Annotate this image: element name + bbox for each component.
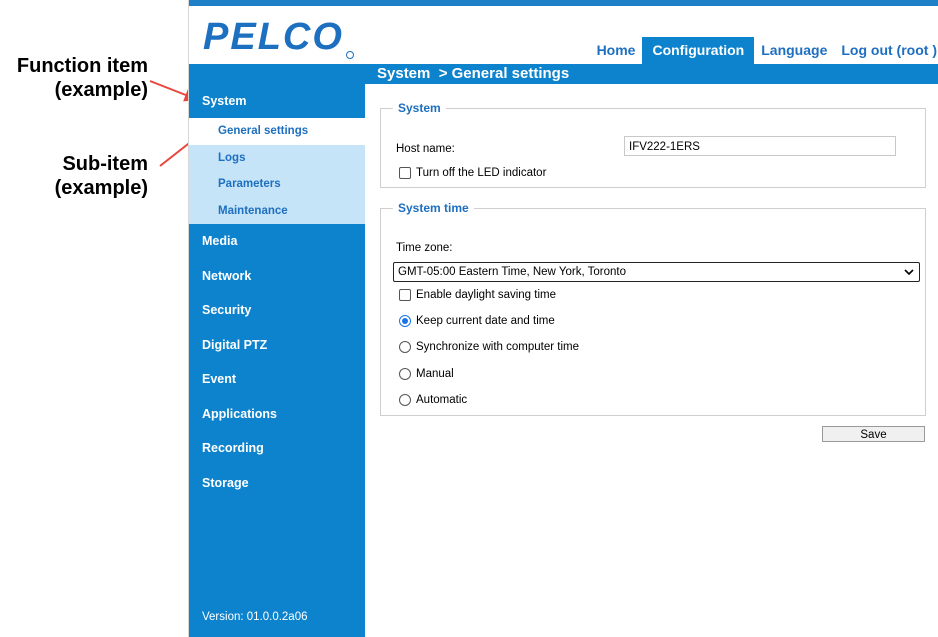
radio-manual-button[interactable] [399, 368, 411, 380]
radio-keep-current[interactable]: Keep current date and time [399, 315, 555, 327]
breadcrumb: System > General settings [377, 65, 570, 82]
nav-tab-home[interactable]: Home [590, 42, 643, 64]
dst-checkbox[interactable] [399, 289, 411, 301]
annotation-sub-item: Sub-item (example) [0, 152, 148, 200]
sidebar-item-security[interactable]: Security [189, 293, 365, 328]
sidebar-subitem-parameters[interactable]: Parameters [189, 171, 365, 198]
sidebar-subitem-general-settings[interactable]: General settings [189, 118, 365, 145]
system-group-legend: System [398, 101, 441, 115]
host-name-label: Host name: [396, 143, 455, 155]
radio-automatic-button[interactable] [399, 394, 411, 406]
radio-automatic-label: Automatic [416, 394, 468, 406]
sidebar-item-system[interactable]: System [189, 84, 365, 118]
sidebar-item-event[interactable]: Event [189, 362, 365, 397]
radio-sync-computer-label: Synchronize with computer time [416, 341, 579, 353]
system-time-group: System time Time zone: GMT-05:00 Eastern… [380, 201, 926, 416]
save-button[interactable]: Save [822, 426, 925, 442]
version-label: Version: 01.0.0.2a06 [202, 611, 308, 623]
sidebar-item-network[interactable]: Network [189, 259, 365, 294]
nav-tab-language[interactable]: Language [754, 42, 834, 64]
top-nav: Home Configuration Language Log out (roo… [590, 37, 938, 64]
sidebar-item-digital-ptz[interactable]: Digital PTZ [189, 328, 365, 363]
sidebar-item-recording[interactable]: Recording [189, 431, 365, 466]
dst-checkbox-label: Enable daylight saving time [416, 289, 556, 301]
nav-tab-logout[interactable]: Log out (root ) [834, 42, 938, 64]
sidebar: System General settings Logs Parameters … [189, 84, 365, 637]
sidebar-subitem-maintenance[interactable]: Maintenance [189, 198, 365, 225]
system-time-group-legend: System time [398, 201, 469, 215]
annotation-function-item: Function item (example) [0, 54, 148, 102]
pelco-logo: PELCO [203, 16, 354, 59]
sidebar-item-applications[interactable]: Applications [189, 397, 365, 432]
logo-text: PELCO [203, 16, 344, 58]
led-checkbox[interactable] [399, 167, 411, 179]
radio-sync-computer-button[interactable] [399, 341, 411, 353]
sidebar-item-media[interactable]: Media [189, 224, 365, 259]
time-zone-select[interactable]: GMT-05:00 Eastern Time, New York, Toront… [393, 262, 920, 282]
radio-sync-computer[interactable]: Synchronize with computer time [399, 341, 579, 353]
radio-keep-current-label: Keep current date and time [416, 315, 555, 327]
registered-mark-icon [345, 51, 354, 59]
header-bar: System > General settings [189, 64, 938, 84]
annotation-sub-item-text: Sub-item (example) [54, 153, 148, 199]
led-checkbox-label: Turn off the LED indicator [416, 167, 547, 179]
time-zone-select-value: GMT-05:00 Eastern Time, New York, Toront… [398, 266, 626, 278]
top-accent-bar [189, 0, 938, 6]
sidebar-item-storage[interactable]: Storage [189, 466, 365, 501]
nav-tab-configuration[interactable]: Configuration [642, 37, 755, 64]
app-window: PELCO Home Configuration Language Log ou… [188, 0, 938, 637]
chevron-down-icon [904, 269, 914, 276]
host-name-input[interactable]: IFV222-1ERS [624, 136, 896, 156]
annotation-function-item-text: Function item (example) [16, 55, 148, 101]
radio-keep-current-button[interactable] [399, 315, 411, 327]
system-group: System Host name: IFV222-1ERS Turn off t… [380, 101, 926, 188]
sidebar-submenu-system: General settings Logs Parameters Mainten… [189, 118, 365, 224]
sidebar-subitem-logs[interactable]: Logs [189, 145, 365, 172]
time-zone-label: Time zone: [396, 242, 453, 254]
dst-checkbox-row[interactable]: Enable daylight saving time [399, 289, 556, 301]
radio-manual[interactable]: Manual [399, 368, 454, 380]
led-checkbox-row[interactable]: Turn off the LED indicator [399, 167, 546, 179]
radio-manual-label: Manual [416, 368, 454, 380]
radio-automatic[interactable]: Automatic [399, 394, 467, 406]
